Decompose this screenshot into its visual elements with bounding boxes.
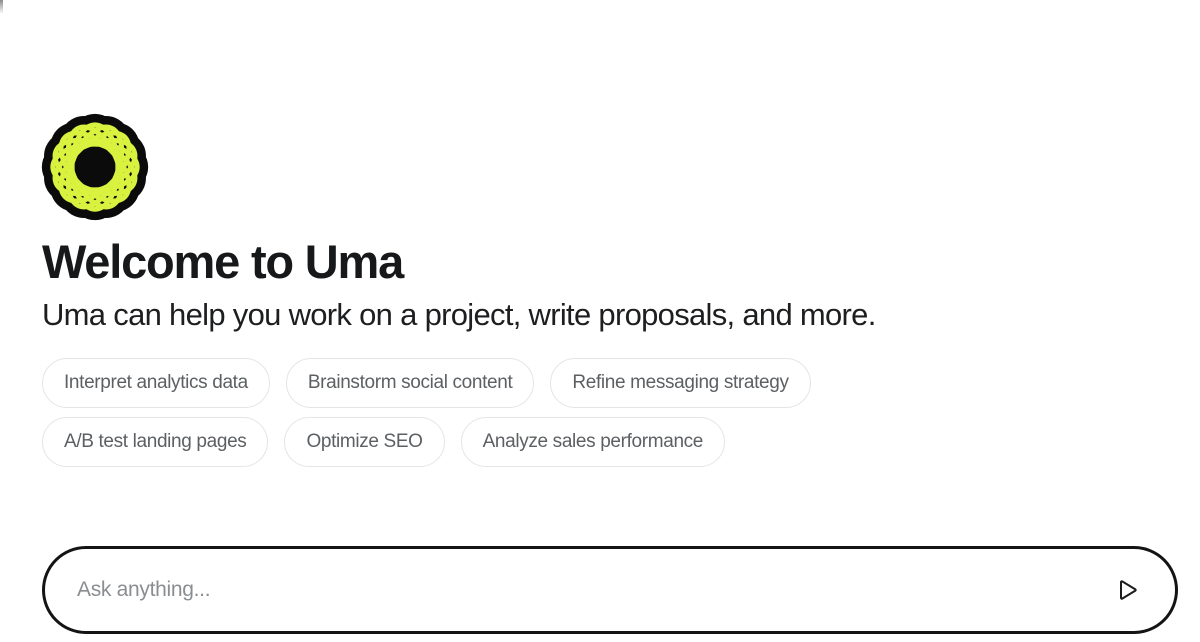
welcome-block: Welcome to Uma Uma can help you work on …: [42, 112, 1162, 467]
suggestion-chip-interpret-analytics-data[interactable]: Interpret analytics data: [42, 358, 270, 408]
capture-edge-artifact: [0, 0, 3, 14]
suggestion-row-1: Interpret analytics data Brainstorm soci…: [42, 358, 811, 408]
app-root: Welcome to Uma Uma can help you work on …: [0, 0, 1200, 642]
suggestion-chip-brainstorm-social-content[interactable]: Brainstorm social content: [285, 358, 535, 408]
suggestion-chip-ab-test-landing-pages[interactable]: A/B test landing pages: [42, 417, 269, 467]
send-button[interactable]: [1107, 569, 1149, 611]
suggestion-chip-refine-messaging-strategy[interactable]: Refine messaging strategy: [550, 358, 811, 408]
composer-bar[interactable]: [42, 546, 1178, 634]
send-triangle-icon: [1120, 580, 1137, 600]
composer-input[interactable]: [77, 570, 1107, 610]
uma-rosette-logo: [38, 112, 152, 222]
page-subtitle: Uma can help you work on a project, writ…: [42, 297, 876, 332]
suggestion-chip-optimize-seo[interactable]: Optimize SEO: [284, 417, 445, 467]
suggestion-chip-analyze-sales-performance[interactable]: Analyze sales performance: [460, 417, 726, 467]
suggestion-chips: Interpret analytics data Brainstorm soci…: [42, 358, 1162, 467]
suggestion-row-2: A/B test landing pages Optimize SEO Anal…: [42, 417, 726, 467]
page-title: Welcome to Uma: [42, 235, 404, 288]
